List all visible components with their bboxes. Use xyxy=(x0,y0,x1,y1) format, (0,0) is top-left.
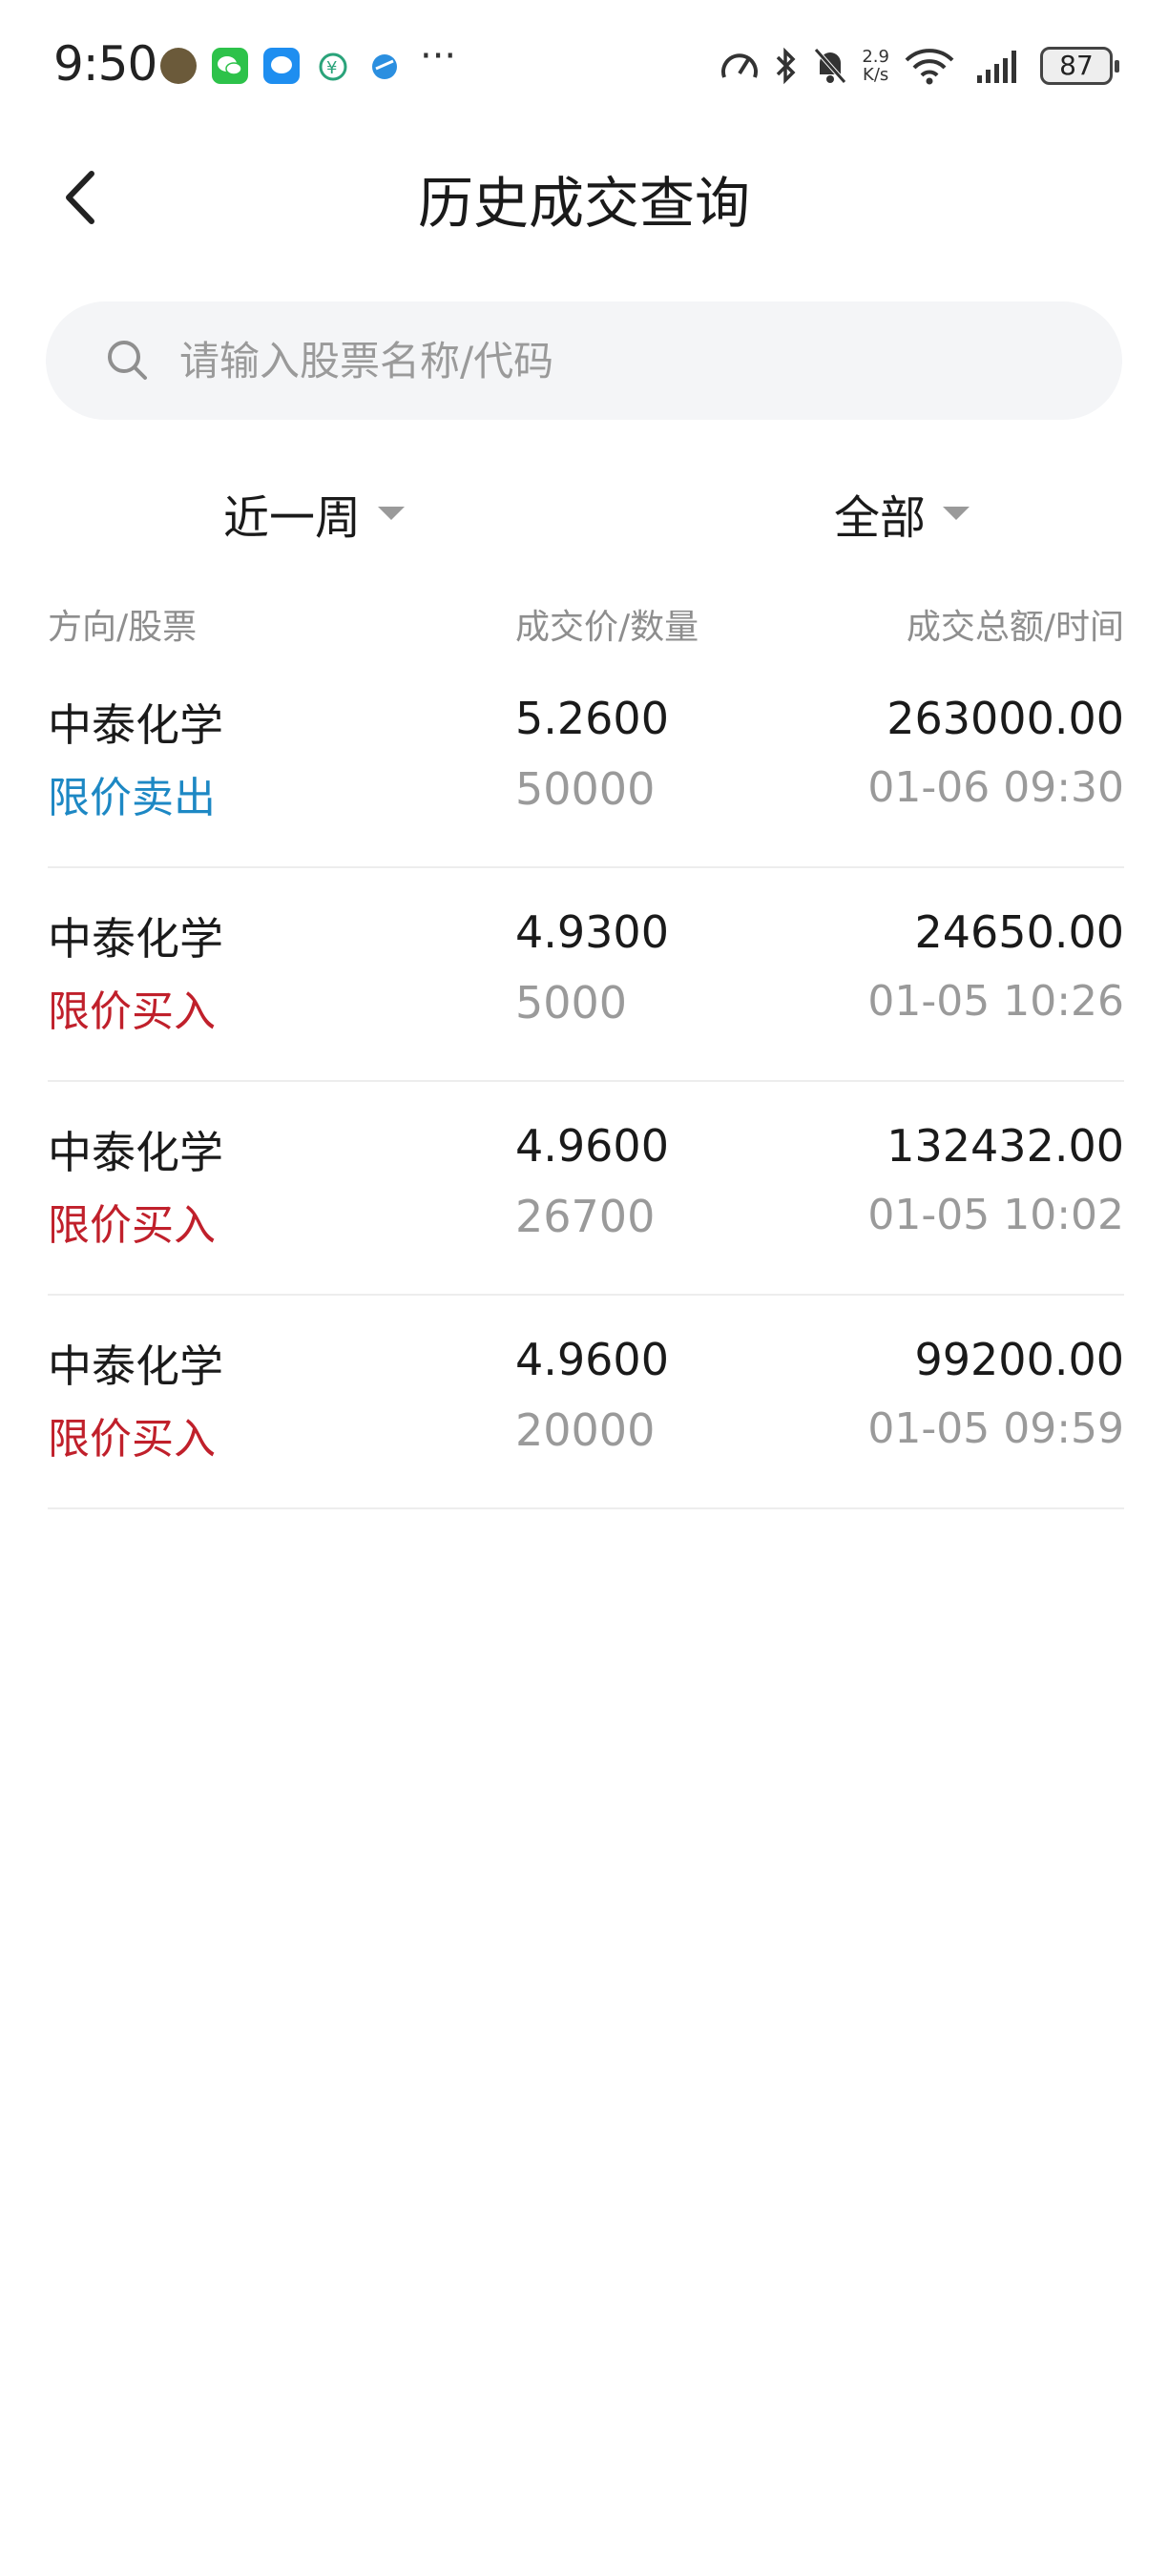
period-filter-label: 近一周 xyxy=(223,491,362,545)
bank-icon: ¥ xyxy=(315,48,351,84)
search-bar[interactable] xyxy=(46,301,1122,420)
trade-price: 5.2600 xyxy=(515,693,669,744)
trade-row[interactable]: 中泰化学 限价卖出 5.2600 50000 263000.00 01-06 0… xyxy=(48,654,1124,868)
trade-direction: 限价卖出 xyxy=(48,774,216,822)
trade-quantity: 26700 xyxy=(515,1191,656,1242)
column-header-price-qty: 成交价/数量 xyxy=(515,608,699,647)
trade-price: 4.9300 xyxy=(515,906,669,958)
wifi-icon xyxy=(905,49,954,85)
stock-name: 中泰化学 xyxy=(48,1127,223,1178)
page-title: 历史成交查询 xyxy=(417,171,750,236)
trade-amount: 263000.00 xyxy=(886,693,1124,744)
message-icon xyxy=(263,48,300,84)
bluetooth-icon xyxy=(777,47,796,85)
search-icon xyxy=(108,341,147,380)
trade-amount: 132432.00 xyxy=(886,1120,1124,1172)
search-input[interactable] xyxy=(179,322,1038,399)
trade-direction: 限价买入 xyxy=(48,1415,216,1464)
trade-time: 01-05 09:59 xyxy=(867,1404,1124,1453)
column-header-direction-stock: 方向/股票 xyxy=(48,608,198,647)
stock-name: 中泰化学 xyxy=(48,913,223,965)
more-notifications-icon: ··· xyxy=(420,34,457,78)
avatar-icon xyxy=(160,48,197,84)
trade-amount: 24650.00 xyxy=(914,906,1125,958)
trade-time: 01-05 10:26 xyxy=(867,977,1124,1026)
signal-icon xyxy=(977,51,1016,83)
trade-list: 中泰化学 限价卖出 5.2600 50000 263000.00 01-06 0… xyxy=(48,654,1124,1509)
net-speed-value: 2.9 xyxy=(862,47,889,67)
svg-text:¥: ¥ xyxy=(326,58,337,78)
page-header: 历史成交查询 xyxy=(0,134,1168,258)
status-bar: 9:50 ¥ ··· 2.9 K/s 87 xyxy=(0,0,1168,134)
stock-name: 中泰化学 xyxy=(48,1340,223,1392)
trade-direction: 限价买入 xyxy=(48,987,216,1036)
stock-name: 中泰化学 xyxy=(48,699,223,751)
trade-row[interactable]: 中泰化学 限价买入 4.9600 26700 132432.00 01-05 1… xyxy=(48,1082,1124,1296)
browser-icon xyxy=(366,48,403,84)
status-time: 9:50 xyxy=(53,36,157,92)
net-speed-unit: K/s xyxy=(863,65,889,85)
status-right: 2.9 K/s 87 xyxy=(719,42,1119,90)
trade-direction: 限价买入 xyxy=(48,1201,216,1250)
trade-row[interactable]: 中泰化学 限价买入 4.9300 5000 24650.00 01-05 10:… xyxy=(48,868,1124,1082)
speedometer-icon xyxy=(721,53,759,78)
battery-indicator: 87 xyxy=(1040,47,1119,85)
trade-price: 4.9600 xyxy=(515,1334,669,1385)
trade-time: 01-05 10:02 xyxy=(867,1191,1124,1239)
trade-price: 4.9600 xyxy=(515,1120,669,1172)
period-filter[interactable]: 近一周 xyxy=(223,473,406,553)
trade-quantity: 50000 xyxy=(515,763,656,815)
net-speed: 2.9 K/s xyxy=(862,48,889,84)
type-filter-label: 全部 xyxy=(834,491,927,545)
bell-muted-icon xyxy=(814,48,847,84)
column-header-amount-time: 成交总额/时间 xyxy=(906,608,1124,647)
wechat-icon xyxy=(212,48,248,84)
trade-quantity: 20000 xyxy=(515,1404,656,1456)
trade-quantity: 5000 xyxy=(515,977,628,1028)
caret-down-icon xyxy=(943,507,970,520)
type-filter[interactable]: 全部 xyxy=(834,473,970,553)
caret-down-icon xyxy=(378,507,406,520)
trade-time: 01-06 09:30 xyxy=(867,763,1124,812)
trade-amount: 99200.00 xyxy=(914,1334,1125,1385)
trade-row[interactable]: 中泰化学 限价买入 4.9600 20000 99200.00 01-05 09… xyxy=(48,1296,1124,1509)
